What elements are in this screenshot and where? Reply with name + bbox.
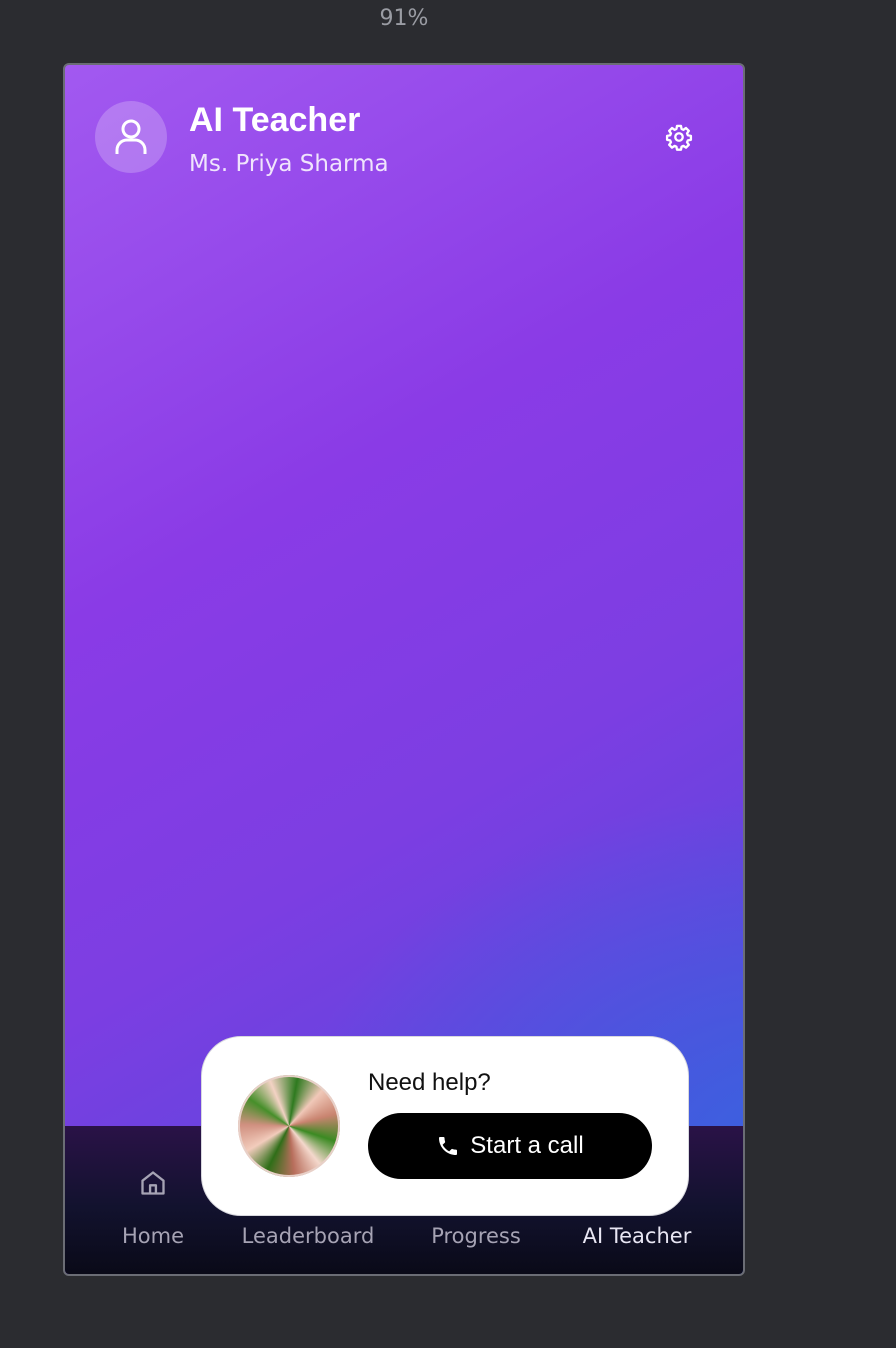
teacher-name: Ms. Priya Sharma — [189, 151, 389, 177]
nav-ai-teacher-label: AI Teacher — [582, 1224, 692, 1248]
gear-icon — [665, 124, 693, 151]
voice-orb — [238, 1075, 340, 1177]
header: AI Teacher Ms. Priya Sharma — [95, 101, 713, 181]
nav-home[interactable]: Home — [103, 1126, 203, 1274]
nav-home-label: Home — [121, 1224, 184, 1248]
avatar[interactable] — [95, 101, 167, 173]
settings-button[interactable] — [663, 121, 695, 153]
home-icon — [141, 1171, 165, 1195]
help-widget: Need help? Start a call — [201, 1036, 689, 1216]
start-call-label: Start a call — [470, 1132, 584, 1159]
page-title: AI Teacher — [189, 101, 361, 139]
user-icon — [115, 119, 147, 154]
nav-progress-label: Progress — [431, 1224, 521, 1248]
phone-icon — [439, 1137, 458, 1155]
nav-leaderboard-label: Leaderboard — [241, 1224, 375, 1248]
help-prompt: Need help? — [368, 1069, 491, 1096]
zoom-level: 91% — [379, 6, 429, 31]
start-call-button[interactable]: Start a call — [368, 1113, 652, 1179]
